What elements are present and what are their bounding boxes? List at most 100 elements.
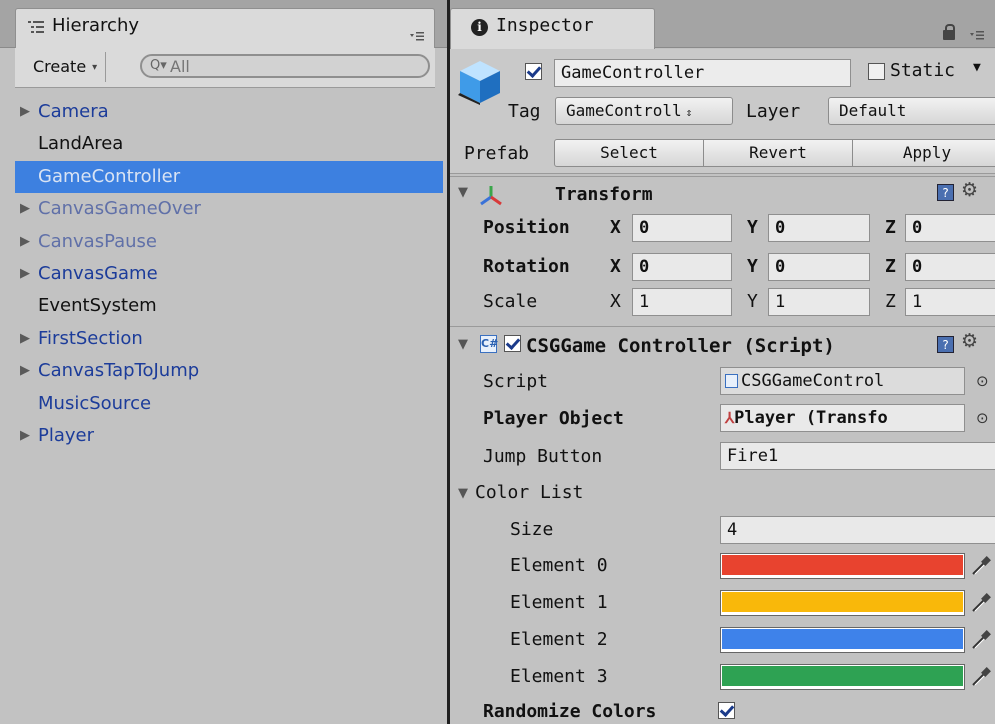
hierarchy-search-input[interactable] [170,56,410,76]
color-list-size-field[interactable]: 4 [720,516,995,544]
gameobject-cube-icon [458,61,500,105]
position-y-field[interactable]: 0 [768,214,870,242]
static-checkbox[interactable] [868,63,885,80]
help-book-icon[interactable]: ? [937,336,954,353]
hierarchy-item-label: FirstSection [38,327,143,349]
script-component-header[interactable]: ▼ C# CSGGame Controller (Script) ? ⚙ [450,326,995,360]
expand-arrow-icon[interactable]: ▶ [20,96,30,128]
color-swatch-field[interactable] [720,627,965,653]
inspector-tab-bar: i Inspector [450,0,995,49]
script-component-title: CSGGame Controller (Script) [526,335,835,357]
script-enabled-checkbox[interactable] [504,335,521,352]
hierarchy-item[interactable]: ▶ Player [0,420,447,452]
panel-menu-icon[interactable] [410,31,424,41]
rotation-x-label[interactable]: X [610,256,621,277]
rotation-z-label[interactable]: Z [885,256,896,277]
rotation-y-field[interactable]: 0 [768,253,870,281]
rotation-z-field[interactable]: 0 [905,253,995,281]
scale-z-label[interactable]: Z [885,291,896,312]
gear-icon[interactable]: ⚙ [961,330,978,352]
hierarchy-item[interactable]: ▶ FirstSection [0,323,447,355]
hierarchy-item[interactable]: GameController [15,160,443,194]
prefab-revert-button[interactable]: Revert [703,139,853,167]
player-object-field[interactable]: ⅄Player (Transfo [720,404,965,432]
eyedropper-icon[interactable] [970,592,992,614]
position-y-label[interactable]: Y [747,217,758,238]
randomize-colors-checkbox[interactable] [718,702,735,719]
search-icon[interactable]: Q▾ [150,58,167,73]
prefab-apply-button[interactable]: Apply [852,139,995,167]
eyedropper-icon[interactable] [970,629,992,651]
scale-y-label[interactable]: Y [747,291,758,312]
foldout-arrow-icon[interactable]: ▼ [458,185,468,200]
alpha-bar [722,612,963,614]
layer-dropdown[interactable]: Default [828,97,995,125]
hierarchy-item[interactable]: ▶ Camera [0,96,447,128]
hierarchy-list-icon [28,21,44,33]
color-list-label[interactable]: Color List [475,482,583,503]
rotation-x-field[interactable]: 0 [632,253,732,281]
object-name-field[interactable]: GameController [554,59,851,87]
hierarchy-item[interactable]: ▶ CanvasGameOver [0,193,447,225]
foldout-arrow-icon[interactable]: ▼ [458,486,468,501]
hierarchy-tab[interactable]: Hierarchy [15,8,435,49]
position-z-label[interactable]: Z [885,217,896,238]
player-object-label: Player Object [483,408,624,429]
expand-arrow-icon[interactable]: ▶ [20,226,30,258]
panel-menu-icon[interactable] [970,30,984,40]
hierarchy-item[interactable]: ▶ CanvasPause [0,226,447,258]
script-reference-value: CSGGameControl [741,371,885,391]
script-reference-field[interactable]: CSGGameControl [720,367,965,395]
position-x-label[interactable]: X [610,217,621,238]
transform-header[interactable]: ▼ Transform ? ⚙ [450,176,995,210]
expand-arrow-icon[interactable]: ▶ [20,355,30,387]
active-checkbox[interactable] [525,63,542,80]
hierarchy-search-box[interactable]: Q▾ [140,54,430,78]
player-object-value: Player (Transfo [734,408,888,428]
expand-arrow-icon[interactable]: ▶ [20,420,30,452]
rotation-y-label[interactable]: Y [747,256,758,277]
gameobject-header: GameController Static ▼ Tag GameControll… [450,49,995,174]
position-z-field[interactable]: 0 [905,214,995,242]
object-picker-icon[interactable]: ⊙ [976,409,989,427]
color-swatch-field[interactable] [720,590,965,616]
foldout-arrow-icon[interactable]: ▼ [458,337,468,352]
color-swatch-field[interactable] [720,664,965,690]
inspector-tab[interactable]: i Inspector [450,8,655,49]
hierarchy-item-label: Player [38,424,95,446]
hierarchy-tab-bar: Hierarchy [0,0,447,49]
scale-y-field[interactable]: 1 [768,288,870,316]
eyedropper-icon[interactable] [970,666,992,688]
create-dropdown-button[interactable]: Create ▾ [15,52,107,82]
expand-arrow-icon[interactable]: ▶ [20,258,30,290]
layer-label: Layer [746,101,801,122]
gear-icon[interactable]: ⚙ [961,179,978,201]
hierarchy-item[interactable]: ▶ CanvasGame [0,258,447,290]
expand-arrow-icon[interactable]: ▶ [20,323,30,355]
prefab-label: Prefab [464,143,530,164]
color-element-label: Element 3 [510,666,608,687]
object-picker-icon[interactable]: ⊙ [976,372,989,390]
help-book-icon[interactable]: ? [937,184,954,201]
tag-value: GameControll [566,101,682,120]
hierarchy-item[interactable]: MusicSource [0,388,447,420]
scale-x-label[interactable]: X [610,291,621,312]
eyedropper-icon[interactable] [970,555,992,577]
chevron-down-icon[interactable]: ▼ [973,60,981,75]
hierarchy-item[interactable]: EventSystem [0,290,447,322]
hierarchy-item[interactable]: LandArea [0,128,447,160]
tag-dropdown[interactable]: GameControll ⇕ [555,97,733,125]
scale-z-field[interactable]: 1 [905,288,995,316]
color-swatch [722,592,963,612]
position-x-field[interactable]: 0 [632,214,732,242]
lock-icon[interactable] [943,24,955,40]
jump-button-field[interactable]: Fire1 [720,442,995,470]
prefab-select-button[interactable]: Select [554,139,704,167]
color-swatch-field[interactable] [720,553,965,579]
color-element-label: Element 1 [510,592,608,613]
expand-arrow-icon[interactable]: ▶ [20,193,30,225]
hierarchy-toolbar: Create ▾ Q▾ [15,48,435,88]
scale-x-field[interactable]: 1 [632,288,732,316]
hierarchy-item[interactable]: ▶ CanvasTapToJump [0,355,447,387]
inspector-tab-title: Inspector [496,15,594,36]
